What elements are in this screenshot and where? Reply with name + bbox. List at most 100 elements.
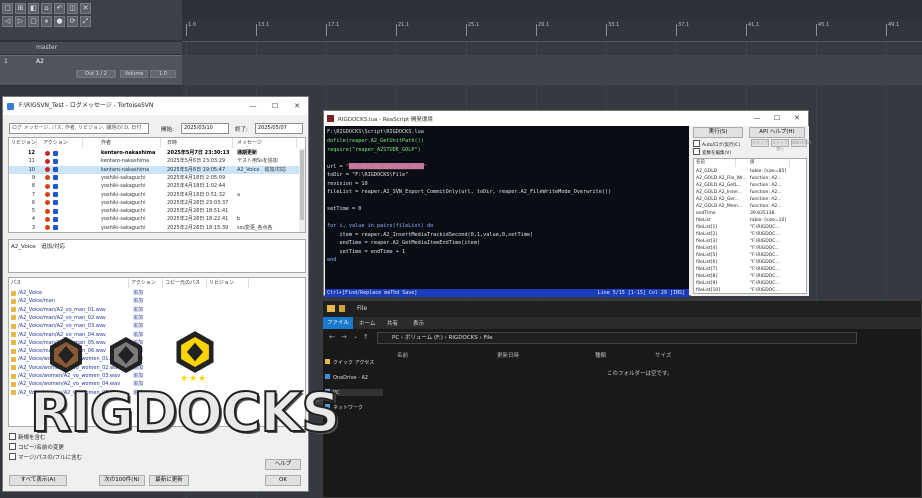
back-icon[interactable]: ← [329,333,335,341]
revision-scrollbar[interactable] [299,148,305,232]
variable-row[interactable]: A2_GOLD A2_Inser... function: A2... [694,189,806,196]
track-volume-button[interactable]: Volume [120,70,148,78]
revision-row[interactable]: 4 yoshiki-sakaguchi 2025年2月28日 18:22:41 b [9,215,305,223]
toolbar-button-6[interactable]: ◫ [67,3,78,14]
maximize-icon[interactable]: ☐ [264,97,286,115]
up-icon[interactable]: ↑ [363,333,369,341]
close-icon[interactable]: ✕ [286,97,308,115]
tab-view[interactable]: 表示 [413,319,424,327]
revision-list[interactable]: リビジョン アクション 作者 日時 メッセージ 12 kentaro-nakash… [8,137,306,233]
auto-run-check[interactable]: Auto/ログ/実行(C) [693,140,740,148]
var-col-name[interactable]: 名前 [696,159,736,167]
var-col-value[interactable]: 値 [750,159,790,167]
check-merge-paths[interactable]: マージ/パスの/フルに含む [9,453,82,461]
rs-close-icon[interactable]: ✕ [786,111,808,126]
nav-item[interactable]: クイック アクセス [325,359,374,366]
variable-row[interactable]: fileList[3] "F:\RIGDOC... [694,238,806,245]
col-author[interactable]: 作者 [101,138,161,148]
breadcrumb-item[interactable]: ボリューム (F:) [405,335,443,341]
master-track[interactable]: master [0,42,182,54]
revision-row[interactable]: 9 yoshiki-sakaguchi 2025年4月18日 2:05:09 [9,174,305,182]
transport-button-4[interactable]: ⏸ [41,16,52,27]
toolbar-button-2[interactable]: ⊞ [15,3,26,14]
quick-access-icon[interactable] [339,305,345,312]
variable-row[interactable]: A2_GOLD table: [size=85] [694,168,806,175]
help-button[interactable]: ヘルプ [265,459,301,470]
toolbar-button-1[interactable]: □ [2,3,13,14]
track-a2[interactable]: 1 A2 Out 1 / 2 Volume 1.0 [0,55,182,85]
transport-button-7[interactable]: ⤢ [80,16,91,27]
variable-row[interactable]: fileList[1] "F:\RIGDOC... [694,224,806,231]
run-button[interactable]: 実行(S) [693,127,743,138]
tab-home[interactable]: ホーム [359,319,375,327]
rs-minimize-icon[interactable]: — [746,111,768,126]
toolbar-button-5[interactable]: ↶ [54,3,65,14]
ok-button[interactable]: OK [265,475,301,486]
address-bar[interactable]: PC › ボリューム (F:) › RIGDOCKS › File [377,332,857,344]
variable-row[interactable]: fileList[2] "F:\RIGDOC... [694,231,806,238]
col-name[interactable]: 名前 [397,351,408,359]
changed-path-row[interactable]: /A2_Voice/man/A2_vo_man_03.wav 追加 [9,322,305,330]
log-search-input[interactable]: ログ メッセージ, パス, 作者, リビジョン, 課題のI D, 日付 [9,123,149,134]
refresh-button[interactable]: 最新に更新 [149,475,189,486]
transport-button-5[interactable]: ● [54,16,65,27]
revision-row[interactable]: 11 kentaro-nakashima 2025年5月6日 23:03:29 テスト… [9,157,305,165]
variable-row[interactable]: A2_GOLD A2_GetL... function: A2... [694,182,806,189]
revision-row[interactable]: 3 yoshiki-sakaguchi 2025年2月28日 18:15:39 sss… [9,224,305,232]
variable-row[interactable]: fileList table: [size=10] [694,217,806,224]
col-modified[interactable]: 更新日時 [497,351,519,359]
changed-path-row[interactable]: /A2_Voice/man 追加 [9,297,305,305]
revision-row[interactable]: 6 yoshiki-sakaguchi 2025年2月28日 23:03:37 [9,199,305,207]
variable-row[interactable]: A2_GOLD A2_Ger... function: A2... [694,196,806,203]
changed-path-row[interactable]: /A2_Voice/man/A2_vo_man_01.wav 追加 [9,306,305,314]
transport-button-2[interactable]: ▷ [15,16,26,27]
variable-row[interactable]: fileList[10] "F:\RIGDOC... [694,287,806,293]
col-path[interactable]: パス [11,278,129,288]
variable-row[interactable]: fileList[6] "F:\RIGDOC... [694,259,806,266]
api-help-button[interactable]: API ヘルプ(H) [749,127,805,138]
variable-row[interactable]: fileList[9] "F:\RIGDOC... [694,280,806,287]
revision-row[interactable]: 5 yoshiki-sakaguchi 2025年2月28日 18:51:41 [9,207,305,215]
variable-row[interactable]: A2_GOLD A2_Mem... function: A2... [694,203,806,210]
file-list[interactable]: 名前 更新日時 種類 サイズ このフォルダーは空です。 [387,347,921,497]
variable-row[interactable]: fileList[7] "F:\RIGDOC... [694,266,806,273]
next-100-button[interactable]: 次の100件(N) [99,475,145,486]
from-date-field[interactable]: 2025/03/10 [181,123,229,134]
changed-path-row[interactable]: /A2_Voice 追加 [9,289,305,297]
col-message[interactable]: メッセージ [237,138,297,148]
transport-button-6[interactable]: ⟳ [67,16,78,27]
watch-button[interactable]: Watch(W) [791,139,812,147]
edit-vars-check[interactable]: 変数を編集(V) [693,148,731,156]
rs-maximize-icon[interactable]: ☐ [766,111,788,126]
transport-button-1[interactable]: ◁ [2,16,13,27]
show-all-button[interactable]: すべて表示(A) [9,475,67,486]
revision-row[interactable]: 10 kentaro-nakashima 2025年5月6日 19:05:47 A2_… [9,165,305,174]
breadcrumb-item[interactable]: File [483,335,492,341]
recent-icon[interactable]: ⌄ [353,333,358,340]
breadcrumb-item[interactable]: RIGDOCKS [449,335,478,341]
col-size[interactable]: サイズ [655,351,671,359]
nav-item[interactable]: OneDrive - A2 [325,374,368,381]
changed-path-row[interactable]: /A2_Voice/man/A2_vo_man_02.wav 追加 [9,314,305,322]
timeline-ruler[interactable]: 1.0 13.1 17.1 21.1 25.1 29.1 33.1 37.1 41.1 45.1 4… [182,20,922,42]
toolbar-button-7[interactable]: ✕ [80,3,91,14]
to-date-field[interactable]: 2025/05/07 [255,123,303,134]
track-pan-button[interactable]: 1.0 [150,70,176,78]
toolbar-button-4[interactable]: ⌂ [41,3,52,14]
revision-row[interactable]: 12 kentaro-nakashima 2025年5月7日 23:30:13 通期更… [9,149,305,157]
forward-icon[interactable]: → [341,333,347,341]
col-path-rev[interactable]: リビジョン [209,278,249,288]
variable-row[interactable]: fileList[5] "F:\RIGDOC... [694,252,806,259]
code-editor[interactable]: F:\RIGDOCKS\Script\RIGDOCKS.lua dofile(r… [325,126,689,296]
log-message-box[interactable]: A2_Voice 追加/対応 [8,239,306,273]
variable-list[interactable]: 名前 値 A2_GOLD table: [size=85] A2_GOLD A2_F… [693,158,807,294]
toolbar-button-3[interactable]: ◧ [28,3,39,14]
col-action[interactable]: アクション [43,138,83,148]
variable-row[interactable]: endTime 39.835138 [694,210,806,217]
revision-row[interactable]: 8 yoshiki-sakaguchi 2025年4月18日 1:02:44 [9,182,305,190]
tab-share[interactable]: 共有 [387,319,398,327]
transport-button-3[interactable]: ▢ [28,16,39,27]
col-date[interactable]: 日時 [167,138,233,148]
minimize-icon[interactable]: — [242,97,264,115]
track-output-button[interactable]: Out 1 / 2 [76,70,116,78]
